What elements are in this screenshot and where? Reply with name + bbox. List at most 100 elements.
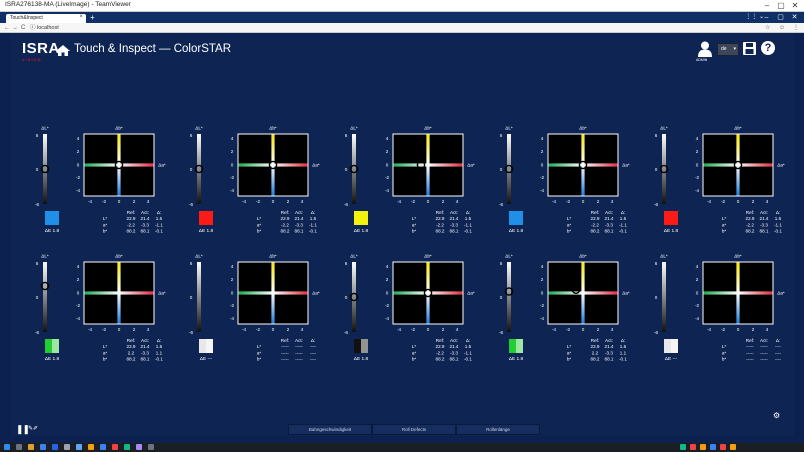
home-icon[interactable]	[56, 45, 70, 56]
taskbar-app-icon[interactable]	[88, 444, 94, 450]
back-icon[interactable]: ←	[4, 23, 10, 33]
a-tick-label: 4	[766, 327, 769, 332]
table-header: Δ:	[157, 210, 161, 215]
table-cell: -2.2	[436, 350, 444, 355]
a-tick-label: 0	[582, 327, 585, 332]
delta-l-bar	[662, 262, 666, 332]
b-axis-gradient	[581, 262, 585, 324]
table-cell: -3.3	[450, 350, 458, 355]
help-button[interactable]: ?	[761, 41, 775, 55]
dl-tick-label: 0	[500, 167, 503, 172]
b-tick-label: 4	[77, 264, 80, 269]
bookmark-icon[interactable]: ☆	[765, 23, 770, 33]
language-select[interactable]: de ▾	[717, 43, 739, 56]
table-cell: 21.4	[450, 344, 459, 349]
table-header: Δ:	[621, 210, 625, 215]
roll-length-button[interactable]: Rollenlänge	[456, 424, 540, 435]
table-cell: 88.1	[450, 229, 459, 234]
menu-icon[interactable]: ⋮	[793, 23, 799, 33]
browser-maximize-button[interactable]: ▢	[774, 12, 787, 23]
b-tick-label: 0	[696, 291, 699, 296]
user-icon[interactable]	[698, 41, 712, 57]
table-header: Act:	[141, 338, 149, 343]
maximize-button[interactable]: ▢	[774, 0, 788, 11]
delta-l-axis-label: ΔL*	[505, 254, 513, 259]
tray-icon[interactable]	[710, 444, 716, 450]
table-header: Act:	[295, 210, 303, 215]
table-cell: -3.3	[605, 350, 613, 355]
color-swatch	[509, 211, 523, 225]
table-cell: 88.2	[127, 229, 136, 234]
tray-icon[interactable]	[700, 444, 706, 450]
roll-defects-button[interactable]: Roll Defects	[372, 424, 456, 435]
gear-icon[interactable]: ⚙	[773, 411, 780, 420]
start-icon[interactable]	[4, 444, 10, 450]
tray-icon[interactable]	[730, 444, 736, 450]
table-row-label: b*	[103, 357, 108, 362]
browser-close-button[interactable]: ✕	[788, 12, 801, 23]
table-header: Ref:	[746, 210, 754, 215]
taskbar-app-icon[interactable]	[76, 444, 82, 450]
table-cell: 22.9	[591, 216, 600, 221]
web-speed-button[interactable]: Bahngeschwindigkeit	[288, 424, 372, 435]
table-cell: -1.1	[155, 222, 163, 227]
b-tick-label: 0	[386, 163, 389, 168]
table-cell: 2.2	[592, 350, 599, 355]
taskbar-app-icon[interactable]	[100, 444, 106, 450]
address-bar: ← → C ⓘ localhost ☆ ☺ ⋮	[0, 23, 804, 33]
taskbar-app-icon[interactable]	[40, 444, 46, 450]
url-field[interactable]: ⓘ localhost	[30, 24, 59, 32]
dl-tick-label: -6	[344, 330, 349, 335]
a-tick-label: -4	[397, 327, 402, 332]
tray-icon[interactable]	[720, 444, 726, 450]
close-button[interactable]: ✕	[788, 0, 802, 11]
taskbar-app-icon[interactable]	[148, 444, 154, 450]
b-tick-label: 4	[386, 136, 389, 141]
remote-window-titlebar: ISRA276138-MA (LiveImage) - TeamViewer –…	[0, 0, 804, 12]
dl-tick-label: 0	[345, 295, 348, 300]
a-tick-label: 2	[597, 327, 600, 332]
b-tick-label: 2	[77, 277, 80, 282]
a-tick-label: 0	[272, 327, 275, 332]
table-header: Δ:	[776, 338, 780, 343]
a-tick-label: -2	[256, 327, 261, 332]
edit-tools-icon[interactable]: ✎✐	[28, 425, 38, 432]
color-panel: ΔL* 6 0 -6 Δb* Δa* 4 2 0 -2 -4 -4 -2 0 2 4 ΔE 1.8 Ref: Act…	[340, 254, 492, 370]
b-tick-label: 0	[231, 163, 234, 168]
browser-tab[interactable]: Touch&Inspect ×	[6, 14, 86, 23]
minimize-button[interactable]: –	[760, 0, 774, 11]
tray-icon[interactable]	[680, 444, 686, 450]
table-cell: 88.1	[605, 229, 614, 234]
taskbar-app-icon[interactable]	[28, 444, 34, 450]
taskbar-app-icon[interactable]	[52, 444, 58, 450]
table-header: Act:	[760, 338, 768, 343]
b-tick-label: -4	[540, 316, 545, 321]
new-tab-button[interactable]: +	[90, 13, 95, 22]
save-icon[interactable]	[743, 42, 756, 55]
dl-tick-label: -6	[35, 330, 40, 335]
delta-b-axis-label: Δb*	[734, 126, 742, 131]
browser-minimize-button[interactable]: –	[760, 12, 773, 23]
taskbar-app-icon[interactable]	[124, 444, 130, 450]
color-swatch-half	[516, 339, 523, 353]
account-icon[interactable]: ☺	[779, 23, 785, 33]
dl-tick-label: -6	[189, 202, 194, 207]
tray-icon[interactable]	[690, 444, 696, 450]
delta-l-bar	[43, 262, 47, 332]
forward-icon[interactable]: →	[12, 23, 18, 33]
table-row-label: b*	[257, 229, 262, 234]
taskbar-app-icon[interactable]	[16, 444, 22, 450]
b-tick-label: 0	[386, 291, 389, 296]
tab-close-icon[interactable]: ×	[79, 14, 83, 20]
taskbar-app-icon[interactable]	[64, 444, 70, 450]
b-tick-label: 4	[386, 264, 389, 269]
color-swatch-half	[52, 339, 59, 353]
a-tick-label: 0	[737, 199, 740, 204]
taskbar-app-icon[interactable]	[112, 444, 118, 450]
table-row-label: L*	[722, 344, 727, 349]
color-swatch-half	[671, 339, 678, 353]
reload-icon[interactable]: C	[21, 23, 25, 33]
taskbar-app-icon[interactable]	[136, 444, 142, 450]
b-axis-gradient	[736, 134, 740, 196]
table-row-label: a*	[103, 222, 108, 227]
